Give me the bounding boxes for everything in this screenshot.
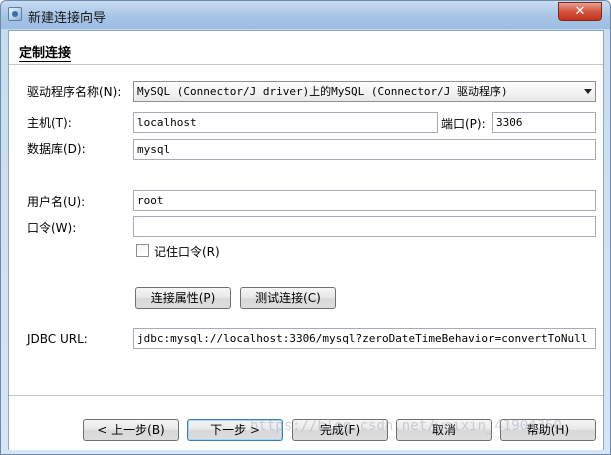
test-connection-button[interactable]: 测试连接(C): [240, 287, 336, 309]
jdbc-url-label: JDBC URL:: [27, 332, 88, 346]
remember-password-label: 记住口令(R): [154, 245, 220, 259]
driver-select[interactable]: MySQL (Connector/J driver)上的MySQL (Conne…: [133, 81, 596, 102]
host-input[interactable]: localhost: [133, 112, 438, 133]
username-input[interactable]: root: [133, 190, 596, 211]
app-icon: [8, 7, 22, 21]
new-connection-wizard-window: 新建连接向导 ✕ 定制连接 驱动程序名称(N): MySQL (Connecto…: [0, 0, 611, 455]
section-title: 定制连接: [19, 42, 72, 62]
database-label: 数据库(D):: [27, 142, 86, 156]
chevron-down-icon: [584, 89, 592, 94]
host-label: 主机(T):: [27, 116, 72, 130]
title-bar[interactable]: 新建连接向导 ✕: [1, 1, 610, 29]
port-label: 端口(P):: [441, 117, 486, 131]
password-input[interactable]: [133, 216, 596, 237]
database-input[interactable]: mysql: [133, 139, 596, 160]
port-input[interactable]: 3306: [492, 112, 596, 133]
watermark: https://blog.csdn.net/weixin_41904350: [250, 418, 562, 434]
driver-select-value: MySQL (Connector/J driver)上的MySQL (Conne…: [137, 85, 508, 98]
driver-name-label: 驱动程序名称(N):: [27, 85, 122, 99]
connection-properties-button[interactable]: 连接属性(P): [135, 287, 231, 309]
back-button[interactable]: < 上一步(B): [83, 419, 179, 441]
username-label: 用户名(U):: [27, 195, 86, 209]
remember-password-checkbox[interactable]: [136, 244, 149, 257]
window-title: 新建连接向导: [28, 11, 107, 26]
jdbc-url-field[interactable]: jdbc:mysql://localhost:3306/mysql?zeroDa…: [133, 328, 596, 349]
wizard-header: 定制连接: [9, 31, 603, 65]
close-button[interactable]: ✕: [558, 2, 602, 21]
connection-form: 驱动程序名称(N): MySQL (Connector/J driver)上的M…: [9, 65, 603, 395]
password-label: 口令(W):: [27, 221, 77, 235]
wizard-body: 定制连接 驱动程序名称(N): MySQL (Connector/J drive…: [8, 30, 604, 450]
